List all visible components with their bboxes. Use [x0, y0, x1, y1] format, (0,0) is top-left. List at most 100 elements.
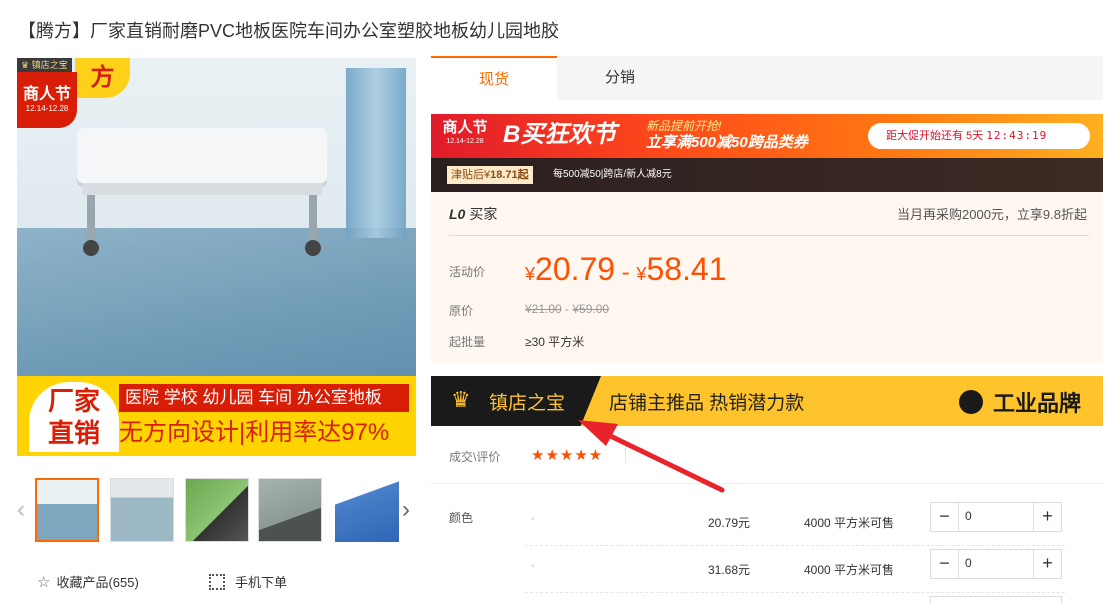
sku-price: 20.79元	[708, 516, 751, 530]
mobile-order-label: 手机下单	[235, 575, 288, 590]
stock-tabs: 现货 分销	[431, 56, 1103, 100]
rating-divider	[625, 441, 626, 463]
minus-icon[interactable]: −	[931, 550, 959, 578]
annotation-arrow-shaft	[595, 427, 725, 493]
original-price-separator: -	[561, 302, 573, 316]
countdown-time: 12:43:19	[986, 129, 1048, 142]
ad-left-line1: 厂家	[47, 387, 100, 417]
thumbnail-4[interactable]	[258, 478, 322, 542]
promo-coupon-text: 立享满500减50跨品类券	[646, 134, 808, 151]
buyer-level-code: L0	[449, 206, 466, 222]
section-divider	[431, 483, 1103, 484]
repurchase-offer: 当月再采购2000元，立享9.8折起	[897, 207, 1087, 222]
ad-slogan: 无方向设计|利用率达97%	[119, 419, 390, 446]
buyer-level: L0 买家	[449, 204, 497, 224]
image-hospital-bed	[77, 128, 327, 258]
quantity-stepper: − 0 +	[930, 549, 1062, 579]
festival-badge-title: 商人节	[22, 86, 71, 103]
price-high: 58.41	[646, 251, 727, 287]
price-low: 20.79	[535, 251, 616, 287]
original-price: ¥21.00 - ¥59.00	[525, 302, 609, 316]
ad-factory-direct: 厂家 直销	[29, 382, 119, 452]
ad-usage-text: 医院 学校 幼儿园 车间 办公室地板	[119, 384, 409, 412]
quantity-input[interactable]: 0	[965, 509, 972, 523]
subsidy-price: 18.71起	[490, 169, 529, 181]
product-page: 【腾方】厂家直销耐磨PVC地板医院车间办公室塑胶地板幼儿园地胶 方 ♛ 镇店之宝…	[0, 0, 1115, 604]
sku-swatch[interactable]: ▫	[531, 514, 535, 525]
quantity-stepper: − 0 +	[930, 502, 1062, 532]
promo-countdown: 距大促开始还有 5天 12:43:19	[868, 123, 1090, 149]
bed-leg	[87, 195, 95, 245]
buyer-level-label: 买家	[469, 206, 498, 222]
activity-price: ¥20.79 - ¥58.41	[525, 251, 727, 288]
promo-subtitle: 新品提前开抢!	[646, 119, 722, 133]
shop-badge-label: 镇店之宝	[31, 60, 68, 70]
sku-row-partial	[525, 594, 1065, 604]
countdown-label: 距大促开始还有 5天	[886, 130, 987, 142]
bed-wheel	[83, 240, 99, 256]
activity-price-label: 活动价	[449, 265, 486, 279]
festival-badge-dates: 12.14-12.28	[25, 104, 69, 113]
ad-band: 厂家 直销 医院 学校 幼儿园 车间 办公室地板 无方向设计|利用率达97%	[17, 376, 416, 456]
image-curtain	[346, 68, 406, 238]
promo-banner[interactable]: 商人节 12.14-12.28 B买狂欢节 新品提前开抢! 立享满500减50跨…	[431, 114, 1103, 192]
subsidy-description: 每500减50|跨店/新人减8元	[553, 169, 672, 180]
price-separator: -	[615, 259, 637, 286]
sku-row: ▫ 31.68元 4000 平方米可售 − 0 +	[525, 547, 1065, 593]
main-product-image[interactable]: 方 ♛ 镇店之宝 商人节 12.14-12.28 厂家 直销 医院 学校 幼儿园…	[17, 58, 416, 456]
promo-festival-logo: 商人节 12.14-12.28	[435, 118, 495, 154]
currency-symbol: ¥	[525, 264, 536, 284]
original-price-label: 原价	[449, 304, 474, 318]
festival-badge: 商人节 12.14-12.28	[17, 72, 77, 128]
subsidy-badge: 津贴后¥18.71起	[447, 166, 533, 184]
ad-left-line2: 直销	[47, 419, 100, 449]
shop-treasure-badge: ♛ 镇店之宝	[17, 58, 72, 72]
treasure-label: 镇店之宝	[489, 393, 566, 414]
price-panel: L0 买家 当月再采购2000元，立享9.8折起 活动价 ¥20.79 - ¥58…	[431, 192, 1103, 363]
minus-icon[interactable]: −	[931, 503, 959, 531]
bed-rail	[82, 183, 322, 195]
brand-shield-icon	[958, 390, 983, 414]
rating-label: 成交\评价	[449, 450, 501, 464]
plus-icon[interactable]: +	[1033, 503, 1061, 531]
original-price-low: ¥21.00	[525, 302, 562, 316]
quantity-stepper	[930, 596, 1062, 604]
crown-icon: ♛	[21, 60, 30, 70]
tab-distribution[interactable]: 分销	[557, 56, 683, 100]
mobile-order-link[interactable]: 手机下单	[209, 572, 287, 591]
rating-stars[interactable]: ★★★★★	[531, 446, 603, 464]
thumb-next-arrow-icon[interactable]: ›	[402, 496, 410, 524]
thumbnail-1[interactable]	[35, 478, 99, 542]
moq-label: 起批量	[449, 335, 486, 349]
thumb-prev-arrow-icon[interactable]: ‹	[17, 496, 25, 524]
promo-banner-top: 商人节 12.14-12.28 B买狂欢节 新品提前开抢! 立享满500减50跨…	[431, 114, 1103, 158]
sku-row: ▫ 20.79元 4000 平方米可售 − 0 +	[525, 500, 1065, 546]
bed-mattress	[77, 128, 327, 183]
moq-value: ≥30 平方米	[525, 335, 585, 349]
sku-swatch[interactable]: ▫	[531, 561, 535, 572]
star-outline-icon: ☆	[37, 574, 51, 591]
sku-stock: 4000 平方米可售	[804, 563, 895, 577]
thumbnail-2[interactable]	[110, 478, 174, 542]
thumbnail-5[interactable]	[335, 478, 399, 542]
sku-stock: 4000 平方米可售	[804, 516, 895, 530]
qr-code-icon	[209, 574, 225, 590]
thumbnail-strip: ‹ ›	[17, 476, 417, 546]
tab-in-stock[interactable]: 现货	[431, 56, 557, 100]
color-option-label: 颜色	[449, 511, 474, 525]
thumbnail-3[interactable]	[185, 478, 249, 542]
original-price-high: ¥59.00	[572, 302, 610, 316]
currency-symbol: ¥	[636, 264, 647, 284]
shop-treasure-bar[interactable]: ♛ 镇店之宝 店铺主推品 热销潜力款 工业品牌	[431, 376, 1103, 426]
industrial-brand-label: 工业品牌	[992, 391, 1081, 416]
promo-title: B买狂欢节	[503, 121, 617, 148]
quantity-input[interactable]: 0	[965, 556, 972, 570]
bed-leg	[309, 195, 317, 245]
plus-icon[interactable]: +	[1033, 550, 1061, 578]
favorite-product-link[interactable]: ☆ 收藏产品(655)	[37, 572, 139, 591]
crown-icon: ♛	[451, 387, 471, 412]
subsidy-prefix: 津贴后¥	[451, 169, 491, 181]
promo-logo-dates: 12.14-12.28	[446, 138, 484, 145]
promo-banner-bottom: 津贴后¥18.71起 每500减50|跨店/新人减8元	[431, 158, 1103, 192]
treasure-text: 店铺主推品 热销潜力款	[609, 393, 805, 414]
